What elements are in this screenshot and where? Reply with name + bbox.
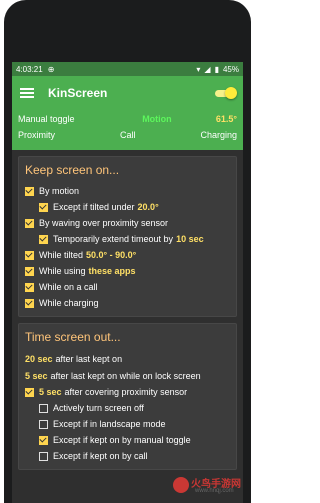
menu-icon[interactable] [20,88,34,98]
sensor-status: Manual toggle Motion 61.5° Proximity Cal… [12,110,243,150]
manual-toggle-label: Manual toggle [18,114,75,124]
checkbox-unchecked-icon[interactable] [39,451,48,461]
charging-indicator: Charging [200,130,237,140]
except-tilted-option[interactable]: Except if tilted under 20.0° [25,199,230,215]
keep-on-card: Keep screen on... By motion Except if ti… [18,156,237,317]
checkbox-checked-icon[interactable] [25,266,34,276]
checkbox-checked-icon[interactable] [39,202,48,212]
app-bar: KinScreen [12,76,243,110]
proximity-indicator: Proximity [18,130,56,140]
manual-toggle-option[interactable]: Except if kept on by manual toggle [25,432,230,448]
call-option[interactable]: Except if kept on by call [25,448,230,464]
status-time: 4:03:21 [16,64,43,74]
checkbox-checked-icon[interactable] [25,186,34,196]
proximity-timeout-value[interactable]: 5 sec [39,387,62,397]
watermark-logo-icon [173,477,189,493]
timeout-default-value[interactable]: 20 sec [25,354,53,364]
phone-frame: 4:03:21 ⊕ ▾ ◢ ▮ 45% KinScreen Manual tog… [4,0,251,503]
battery-level: 45% [222,64,239,74]
status-bar: 4:03:21 ⊕ ▾ ◢ ▮ 45% [12,62,243,76]
checkbox-checked-icon[interactable] [25,387,34,397]
time-out-title: Time screen out... [25,330,121,344]
battery-icon: ▮ [214,64,219,74]
checkbox-checked-icon[interactable] [25,218,34,228]
keep-on-title: Keep screen on... [25,163,120,177]
checkbox-checked-icon[interactable] [25,282,34,292]
tilt-range[interactable]: 50.0° - 90.0° [86,250,136,260]
checkbox-unchecked-icon[interactable] [39,403,48,413]
tilt-threshold[interactable]: 20.0° [138,202,159,212]
call-indicator: Call [119,130,136,140]
charging-option[interactable]: While charging [25,295,230,311]
proximity-timeout-option[interactable]: 5 sec after covering proximity sensor [25,384,230,400]
signal-icon: ◢ [204,64,211,74]
apps-link[interactable]: these apps [89,266,136,276]
checkbox-checked-icon[interactable] [39,435,48,445]
actively-off-option[interactable]: Actively turn screen off [25,400,230,416]
while-tilted-option[interactable]: While tilted 50.0° - 90.0° [25,247,230,263]
checkbox-checked-icon[interactable] [25,250,34,260]
timeout-lock-row[interactable]: 5 sec after last kept on while on lock s… [25,367,230,384]
on-call-option[interactable]: While on a call [25,279,230,295]
master-toggle[interactable] [213,87,237,99]
timeout-default-row[interactable]: 20 sec after last kept on [25,350,230,367]
checkbox-unchecked-icon[interactable] [39,419,48,429]
landscape-option[interactable]: Except if in landscape mode [25,416,230,432]
temp-extend-option[interactable]: Temporarily extend timeout by 10 sec [25,231,230,247]
app-title: KinScreen [48,86,108,100]
timeout-lock-value[interactable]: 5 sec [25,371,48,381]
checkbox-checked-icon[interactable] [39,234,48,244]
while-using-option[interactable]: While using these apps [25,263,230,279]
checkbox-checked-icon[interactable] [25,298,34,308]
screen: 4:03:21 ⊕ ▾ ◢ ▮ 45% KinScreen Manual tog… [12,62,243,503]
by-waving-option[interactable]: By waving over proximity sensor [25,215,230,231]
angle-readout: 61.5° [215,114,237,124]
time-out-card: Time screen out... 20 sec after last kep… [18,323,237,470]
wifi-icon: ▾ [196,64,201,74]
watermark: 火鸟手游网 www.hnqj.com [173,473,251,499]
notification-icon: ⊕ [47,64,55,74]
by-motion-option[interactable]: By motion [25,183,230,199]
motion-indicator: Motion [142,114,172,124]
extend-timeout-value[interactable]: 10 sec [176,234,204,244]
watermark-url: www.hnqj.com [195,488,234,494]
